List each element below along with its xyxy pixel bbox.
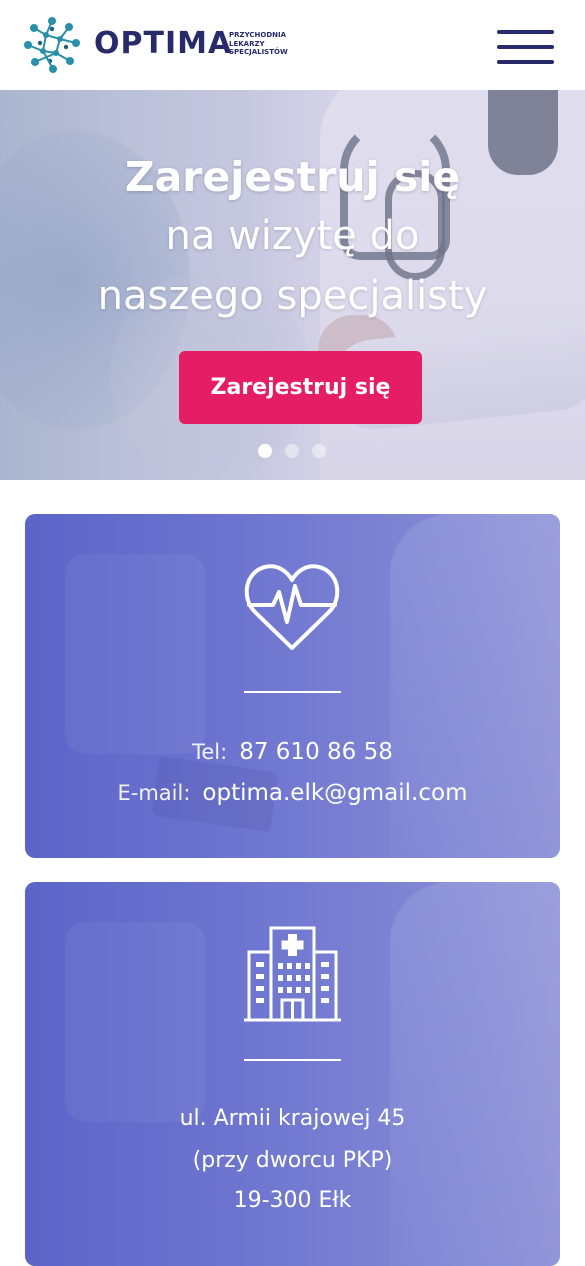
brand-tagline-line: SPECJALISTÓW [229,48,288,56]
brand-name[interactable]: OPTIMA [94,26,232,62]
address-line-city: 19-300 Ełk [233,1188,352,1213]
hero-subtitle-line: na wizytę do [165,213,420,259]
brand-tagline-line: PRZYCHODNIA [229,31,287,39]
address-line-note: (przy dworcu PKP) [192,1148,393,1173]
slider-dot-2[interactable] [285,444,299,458]
email-label: E-mail: [117,781,191,805]
heart-pulse-icon [244,564,340,650]
hero-slider: Zarejestruj się na wizytę do naszego spe… [0,90,585,480]
hospital-building-icon [244,926,341,1022]
card-background-texture [65,922,205,1122]
card-divider [244,1059,341,1061]
slider-dot-3[interactable] [312,444,326,458]
site-header: OPTIMA PRZYCHODNIA LEKARZY SPECJALISTÓW [0,0,585,90]
card-background-texture [65,554,205,754]
email-link[interactable]: optima.elk@gmail.com [202,780,467,806]
contact-card: Tel: 87 610 86 58 E-mail: optima.elk@gmail… [25,514,560,858]
hamburger-menu-icon[interactable] [497,30,554,64]
register-button[interactable]: Zarejestruj się [179,351,422,424]
card-divider [244,691,341,693]
brand-tagline: PRZYCHODNIA LEKARZY SPECJALISTÓW [229,31,299,57]
slider-dot-1[interactable] [258,444,272,458]
phone-link[interactable]: 87 610 86 58 [239,739,393,765]
address-line-street: ul. Armii krajowej 45 [179,1106,406,1131]
hero-subtitle-line: naszego specjalisty [97,273,488,319]
phone-label: Tel: [192,740,228,764]
email-row: E-mail: optima.elk@gmail.com [25,778,560,809]
brand-tagline-line: LEKARZY [229,39,265,48]
address-card: ul. Armii krajowej 45 (przy dworcu PKP) … [25,882,560,1266]
hero-title: Zarejestruj się [124,153,461,201]
molecule-logo-icon[interactable] [22,15,82,75]
phone-row: Tel: 87 610 86 58 [25,737,560,768]
